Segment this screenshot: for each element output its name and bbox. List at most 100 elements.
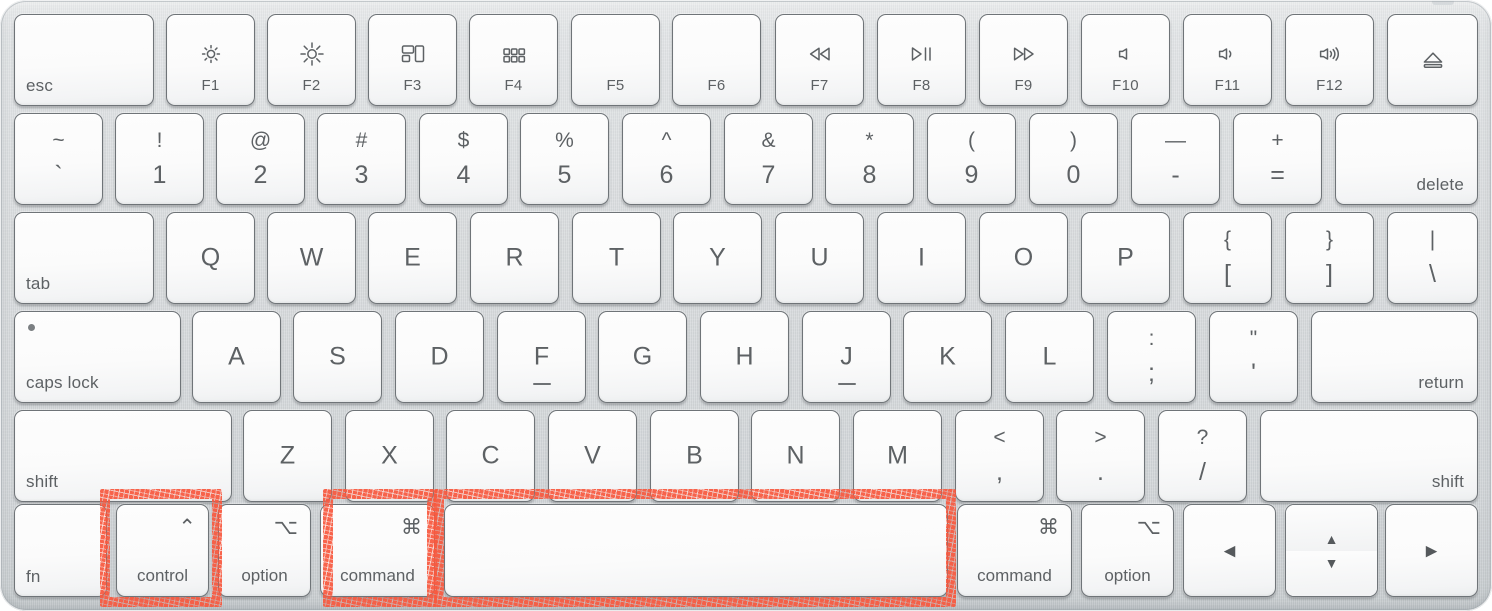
key-fn[interactable]: fn	[14, 504, 107, 597]
key-quote[interactable]: " '	[1209, 311, 1298, 403]
key-arrow-up-down-stack[interactable]: ▲ ▼	[1285, 504, 1378, 597]
key-digit-1[interactable]: ! 1	[115, 113, 204, 205]
key-backslash[interactable]: | \	[1387, 212, 1478, 304]
key-slash[interactable]: ? /	[1158, 410, 1247, 502]
key-base-label-bracket-left: [	[1224, 260, 1231, 288]
key-letter-w[interactable]: W	[267, 212, 356, 304]
key-symbol-control: ⌃	[178, 516, 196, 539]
key-command-right[interactable]: ⌘ command	[957, 504, 1072, 597]
key-f3[interactable]: F3	[368, 14, 457, 106]
arrow-up-icon: ▲	[1324, 530, 1339, 547]
key-equals[interactable]: + =	[1233, 113, 1322, 205]
key-delete[interactable]: delete	[1335, 113, 1478, 205]
key-letter-d[interactable]: D	[395, 311, 484, 403]
key-shift-label-period: >	[1094, 426, 1107, 449]
key-f6[interactable]: F6	[672, 14, 761, 106]
key-esc[interactable]: esc	[14, 14, 154, 106]
key-digit-7[interactable]: & 7	[724, 113, 813, 205]
key-letter-j[interactable]: J	[802, 311, 891, 403]
key-comma[interactable]: <,	[955, 410, 1044, 502]
key-digit-8[interactable]: * 8	[825, 113, 914, 205]
key-digit-5[interactable]: % 5	[520, 113, 609, 205]
key-backtick[interactable]: ~ `	[14, 113, 103, 205]
key-letter-f[interactable]: F	[497, 311, 586, 403]
launchpad-icon	[470, 41, 557, 67]
key-letter-u[interactable]: U	[775, 212, 864, 304]
key-letter-o[interactable]: O	[979, 212, 1068, 304]
key-letter-q[interactable]: Q	[166, 212, 255, 304]
key-command-left[interactable]: ⌘ command	[320, 504, 435, 597]
key-period[interactable]: >.	[1056, 410, 1145, 502]
key-letter-n[interactable]: N	[751, 410, 840, 502]
key-f12[interactable]: F12	[1285, 14, 1374, 106]
key-shift-right[interactable]: shift	[1260, 410, 1478, 502]
key-letter-x[interactable]: X	[345, 410, 434, 502]
key-space[interactable]	[444, 504, 948, 597]
key-letter-h[interactable]: H	[700, 311, 789, 403]
key-letter-m[interactable]: M	[853, 410, 942, 502]
key-label-esc: esc	[26, 76, 54, 95]
key-arrow-up[interactable]: ▲	[1286, 505, 1377, 552]
key-letter-c[interactable]: C	[446, 410, 535, 502]
key-base-label-backtick: `	[54, 161, 63, 189]
key-letter-g[interactable]: G	[598, 311, 687, 403]
key-letter-a[interactable]: A	[192, 311, 281, 403]
key-minus[interactable]: — -	[1131, 113, 1220, 205]
key-letter-l[interactable]: L	[1005, 311, 1094, 403]
key-letter-i[interactable]: I	[877, 212, 966, 304]
key-shift-label-backslash: |	[1429, 228, 1436, 251]
key-tab[interactable]: tab	[14, 212, 154, 304]
key-f4[interactable]: F4	[469, 14, 558, 106]
key-shift-label-digit-8: *	[865, 129, 874, 152]
key-bed: esc F1 F2 F3 F4 F5 F6 F7 F8 F9 F10 F11 F12 ~ `! 1 @2 #3 $4…	[0, 0, 1492, 611]
key-letter-s[interactable]: S	[293, 311, 382, 403]
key-f7[interactable]: F7	[775, 14, 864, 106]
key-arrow-left[interactable]: ◀	[1183, 504, 1276, 597]
key-digit-9[interactable]: (9	[927, 113, 1016, 205]
key-letter-y[interactable]: Y	[673, 212, 762, 304]
key-letter-k[interactable]: K	[903, 311, 992, 403]
key-letter-r[interactable]: R	[470, 212, 559, 304]
key-shift-left[interactable]: shift	[14, 410, 232, 502]
key-shift-label-slash: ?	[1196, 426, 1209, 449]
key-letter-p[interactable]: P	[1081, 212, 1170, 304]
key-letter-t[interactable]: T	[572, 212, 661, 304]
key-f1[interactable]: F1	[166, 14, 255, 106]
key-f10[interactable]: F10	[1081, 14, 1170, 106]
key-letter-z[interactable]: Z	[243, 410, 332, 502]
key-caps-lock[interactable]: caps lock	[14, 311, 181, 403]
key-letter-b[interactable]: B	[650, 410, 739, 502]
key-digit-3[interactable]: #3	[317, 113, 406, 205]
key-arrow-right[interactable]: ▶	[1385, 504, 1478, 597]
key-base-label-comma: ,	[996, 458, 1003, 486]
key-digit-0[interactable]: ) 0	[1029, 113, 1118, 205]
key-f9[interactable]: F9	[979, 14, 1068, 106]
key-eject[interactable]	[1387, 14, 1478, 106]
key-f5[interactable]: F5	[571, 14, 660, 106]
key-f8[interactable]: F8	[877, 14, 966, 106]
key-f11[interactable]: F11	[1183, 14, 1272, 106]
play-pause-icon	[878, 41, 965, 67]
key-label-option-right: option	[1104, 566, 1151, 585]
caps-lock-led-icon	[28, 324, 35, 331]
key-shift-label-digit-4: $	[457, 129, 470, 152]
key-label-shift-right: shift	[1431, 472, 1464, 491]
key-semicolon[interactable]: :;	[1107, 311, 1196, 403]
key-option-left[interactable]: ⌥ option	[218, 504, 311, 597]
key-f2[interactable]: F2	[267, 14, 356, 106]
key-shift-label-digit-0: )	[1070, 129, 1077, 152]
key-bracket-left[interactable]: {[	[1183, 212, 1272, 304]
key-digit-4[interactable]: $4	[419, 113, 508, 205]
key-option-right[interactable]: ⌥ option	[1081, 504, 1174, 597]
key-bracket-right[interactable]: }]	[1285, 212, 1374, 304]
key-control[interactable]: ⌃ control	[116, 504, 209, 597]
key-letter-v[interactable]: V	[548, 410, 637, 502]
key-digit-6[interactable]: ^ 6	[622, 113, 711, 205]
key-label-letter-z: Z	[279, 441, 296, 470]
key-letter-e[interactable]: E	[368, 212, 457, 304]
key-base-label-equals: =	[1270, 161, 1285, 189]
key-label-letter-l: L	[1042, 342, 1057, 371]
key-return[interactable]: return	[1311, 311, 1478, 403]
key-arrow-down[interactable]: ▼	[1286, 550, 1377, 596]
key-digit-2[interactable]: @2	[216, 113, 305, 205]
